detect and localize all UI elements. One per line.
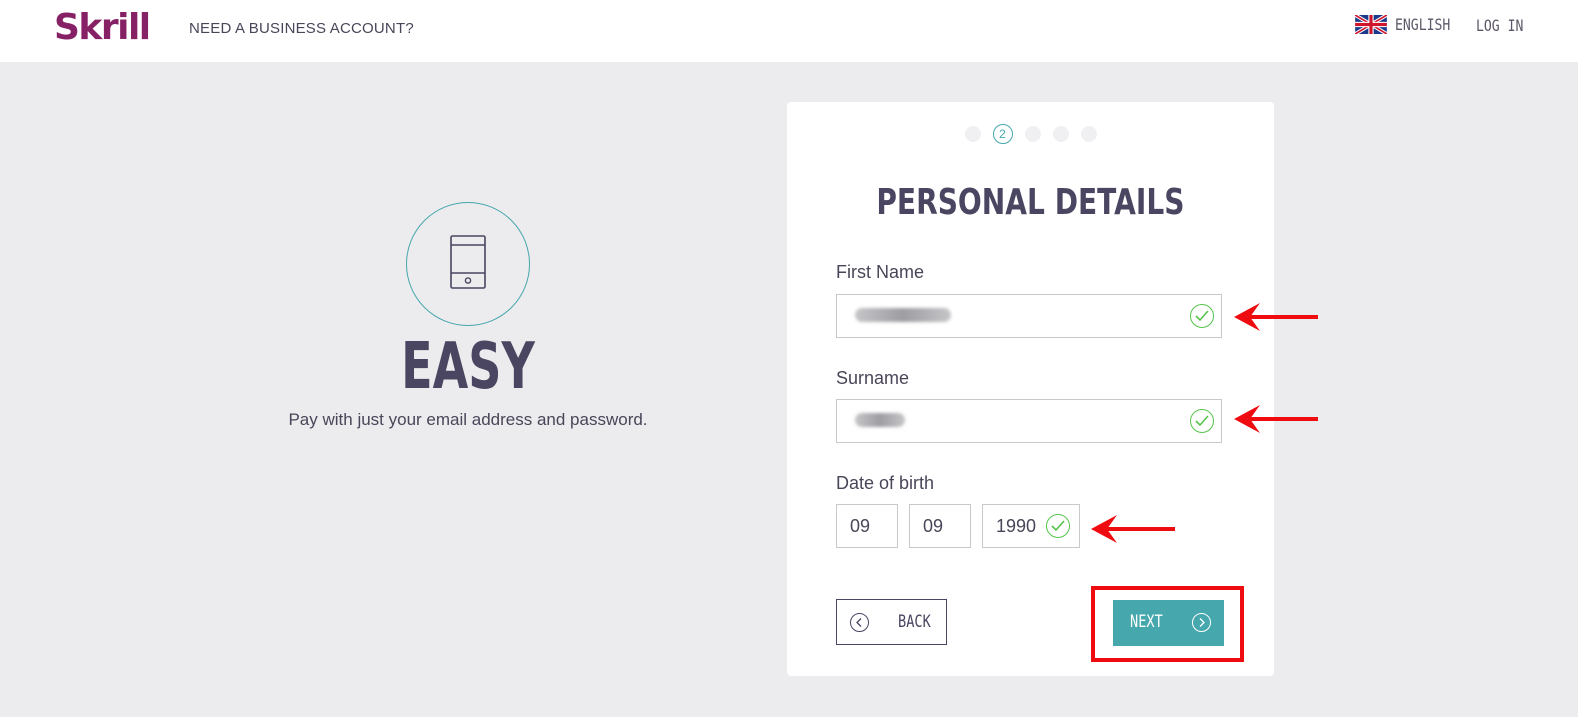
step-dot-active: 2: [992, 124, 1013, 144]
surname-label: Surname: [836, 368, 910, 388]
step-dot: [1080, 126, 1097, 142]
business-account-link[interactable]: NEED A BUSINESS ACCOUNT?: [189, 20, 414, 37]
hero-title: EASY: [401, 330, 535, 404]
dob-day-input[interactable]: 09: [836, 504, 898, 548]
dob-year-input[interactable]: 1990: [982, 504, 1080, 548]
login-link[interactable]: LOG IN: [1476, 16, 1523, 35]
valid-check-icon: [1190, 409, 1214, 433]
first-name-label: First Name: [836, 262, 925, 282]
top-bar: Skrill NEED A BUSINESS ACCOUNT? ENGLISH …: [0, 0, 1578, 62]
annotation-arrow-icon: [1091, 515, 1175, 543]
dob-label: Date of birth: [836, 473, 935, 493]
step-dot: [1024, 126, 1041, 142]
back-button-label: BACK: [898, 612, 931, 632]
step-dot: [964, 126, 981, 142]
page-title: PERSONAL DETAILS: [876, 182, 1185, 223]
valid-check-icon: [1190, 304, 1214, 328]
language-selector[interactable]: ENGLISH: [1355, 15, 1462, 34]
uk-flag-icon: [1355, 15, 1387, 34]
first-name-input[interactable]: [836, 294, 1222, 338]
valid-check-icon: [1046, 514, 1070, 538]
redacted-value: [855, 308, 951, 322]
surname-input[interactable]: [836, 399, 1222, 443]
skrill-logo[interactable]: Skrill: [54, 7, 151, 48]
annotation-arrow-icon: [1234, 303, 1318, 331]
back-button[interactable]: BACK: [836, 599, 947, 645]
step-dot: [1052, 126, 1069, 142]
language-label: ENGLISH: [1395, 15, 1451, 34]
smartphone-icon: [450, 235, 486, 289]
chevron-left-icon: [850, 613, 869, 632]
step-indicator: 2: [787, 124, 1274, 144]
annotation-arrow-icon: [1234, 405, 1318, 433]
dob-month-input[interactable]: 09: [909, 504, 971, 548]
redacted-value: [855, 413, 905, 427]
dob-year-value: 1990: [996, 515, 1037, 536]
annotation-highlight-box: [1091, 586, 1244, 662]
hero-icon-circle: [406, 202, 530, 326]
